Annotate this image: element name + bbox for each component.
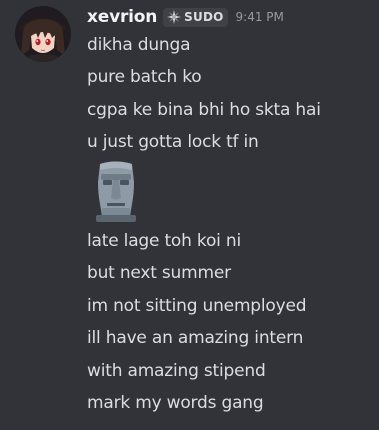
message-line: dikha dunga bbox=[87, 35, 191, 55]
server-tag-label: SUDO bbox=[184, 10, 224, 24]
message-line: ill have an amazing intern bbox=[87, 328, 304, 348]
message-timestamp[interactable]: 9:41 PM bbox=[236, 10, 284, 24]
message-line: but next summer bbox=[87, 263, 231, 283]
moai-emoji[interactable] bbox=[92, 160, 140, 222]
message-line: im not sitting unemployed bbox=[87, 296, 307, 316]
message-line: late lage toh koi ni bbox=[87, 231, 241, 251]
chat-message: xevrion SUDO 9:41 PM dikha dunga pure ba… bbox=[0, 0, 379, 430]
message-header: xevrion SUDO 9:41 PM bbox=[87, 5, 284, 29]
username[interactable]: xevrion bbox=[87, 7, 157, 27]
message-line: cgpa ke bina bhi ho skta hai bbox=[87, 100, 321, 120]
message-line: mark my words gang bbox=[87, 393, 264, 413]
user-avatar[interactable] bbox=[15, 6, 71, 62]
message-line: u just gotta lock tf in bbox=[87, 132, 259, 152]
sparkle-icon bbox=[166, 9, 182, 25]
message-line: with amazing stipend bbox=[87, 361, 266, 381]
anime-avatar-image bbox=[15, 6, 71, 62]
message-line: pure batch ko bbox=[87, 67, 202, 87]
server-tag-badge[interactable]: SUDO bbox=[163, 7, 228, 27]
